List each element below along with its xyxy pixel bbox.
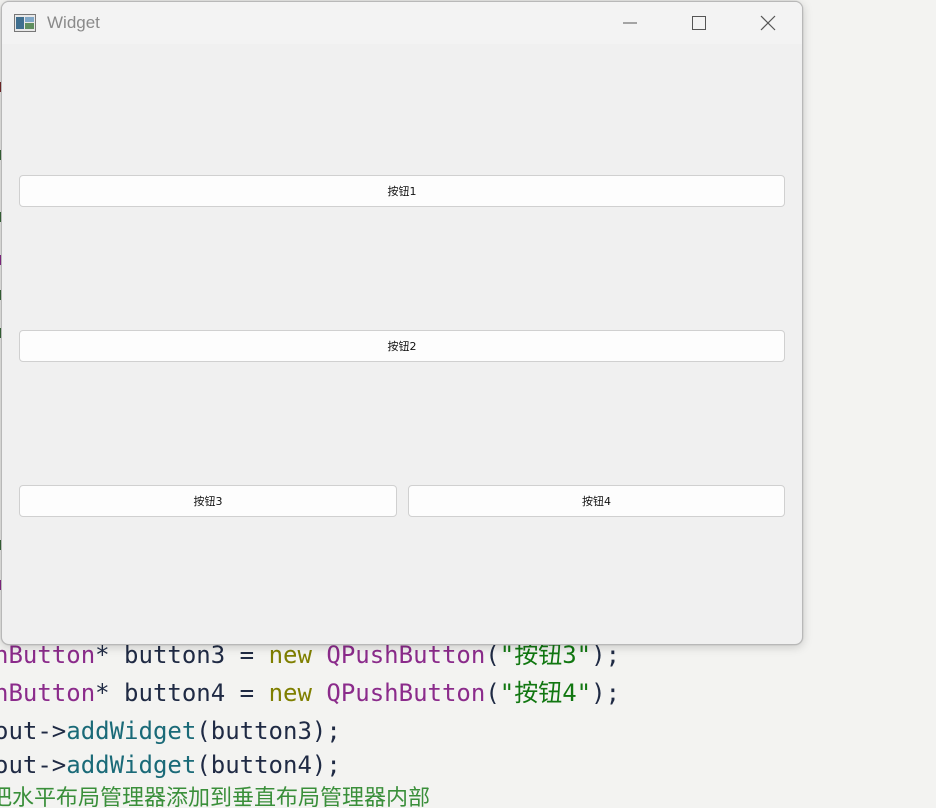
code-token: addWidget: [66, 717, 197, 745]
code-token: (button3);: [196, 717, 341, 745]
close-icon: [760, 15, 775, 31]
code-token: addWidget: [66, 751, 197, 779]
code-token: out->: [0, 751, 67, 779]
code-token: button3 =: [109, 641, 269, 669]
code-token: (button4);: [196, 751, 341, 779]
code-token: out->: [0, 717, 67, 745]
code-token: (: [485, 679, 500, 707]
minimize-icon: [622, 22, 637, 24]
close-button[interactable]: [733, 2, 802, 44]
code-token: new: [268, 679, 312, 707]
window-title: Widget: [47, 13, 100, 32]
push-button-1[interactable]: 按钮1: [19, 175, 785, 207]
code-token: );: [591, 641, 621, 669]
code-line-add-button4: out->addWidget(button4);: [0, 750, 341, 780]
code-token: nButton: [0, 679, 96, 707]
code-token: *: [95, 679, 110, 707]
code-token: (: [485, 641, 500, 669]
maximize-icon: [691, 16, 706, 30]
code-token: "按钮3": [499, 641, 592, 669]
app-icon: [14, 14, 36, 32]
code-token: new: [268, 641, 312, 669]
code-token: QPushButton: [311, 679, 486, 707]
code-token: button4 =: [109, 679, 269, 707]
push-button-3[interactable]: 按钮3: [19, 485, 397, 517]
code-token: *: [95, 641, 110, 669]
code-token: );: [591, 679, 621, 707]
code-comment-line: 把水平布局管理器添加到垂直布局管理器内部: [0, 786, 431, 808]
code-line-button4: nButton* button4 = new QPushButton("按钮4"…: [0, 678, 620, 708]
code-token: QPushButton: [311, 641, 486, 669]
code-line-add-button3: out->addWidget(button3);: [0, 716, 341, 746]
window-titlebar[interactable]: Widget: [2, 2, 802, 44]
widget-window: Widget 按钮1 按钮2 按钮3 按钮4: [1, 1, 803, 645]
code-token: "按钮4": [499, 679, 592, 707]
minimize-button[interactable]: [595, 2, 664, 44]
maximize-button[interactable]: [664, 2, 733, 44]
push-button-2[interactable]: 按钮2: [19, 330, 785, 362]
code-token: nButton: [0, 641, 96, 669]
push-button-4[interactable]: 按钮4: [408, 485, 785, 517]
window-content: 按钮1 按钮2 按钮3 按钮4: [2, 44, 802, 644]
